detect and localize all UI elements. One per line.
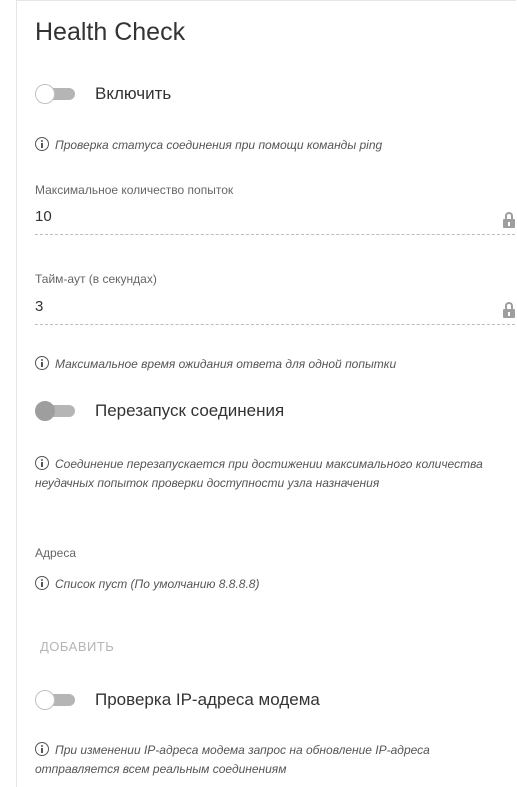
info-icon	[35, 137, 49, 151]
modem-check-toggle[interactable]	[35, 690, 77, 710]
toggle-knob	[35, 401, 55, 421]
hint-restart: Соединение перезапускается при достижени…	[35, 455, 485, 493]
panel-frame	[16, 0, 516, 787]
add-address-button[interactable]: ДОБАВИТЬ	[40, 639, 114, 654]
lock-icon	[503, 302, 515, 318]
restart-toggle[interactable]	[35, 401, 77, 421]
restart-label: Перезапуск соединения	[95, 401, 285, 420]
hint-addresses-text: Список пуст (По умолчанию 8.8.8.8)	[55, 577, 260, 591]
info-icon	[35, 576, 49, 590]
max-attempts-field[interactable]: 10	[35, 206, 515, 235]
hint-timeout-text: Максимальное время ожидания ответа для о…	[55, 357, 397, 371]
enable-toggle[interactable]	[35, 84, 77, 104]
timeout-label: Тайм-аут (в секундах)	[35, 272, 157, 286]
restart-toggle-row[interactable]: Перезапуск соединения	[35, 401, 284, 421]
max-attempts-label: Максимальное количество попыток	[35, 183, 234, 197]
section-title: Health Check	[35, 18, 186, 46]
info-icon	[35, 742, 49, 756]
enable-label: Включить	[95, 84, 172, 103]
hint-modem: При изменении IP-адреса модема запрос на…	[35, 741, 505, 779]
timeout-value: 3	[35, 298, 44, 315]
max-attempts-value: 10	[35, 208, 52, 225]
timeout-field[interactable]: 3	[35, 296, 515, 325]
enable-toggle-row[interactable]: Включить	[35, 84, 171, 104]
info-icon	[35, 356, 49, 370]
toggle-knob	[35, 690, 55, 710]
hint-modem-text: При изменении IP-адреса модема запрос на…	[35, 743, 430, 776]
hint-timeout: Максимальное время ожидания ответа для о…	[35, 355, 505, 374]
info-icon	[35, 456, 49, 470]
hint-ping-text: Проверка статуса соединения при помощи к…	[55, 138, 383, 152]
hint-addresses: Список пуст (По умолчанию 8.8.8.8)	[35, 575, 505, 594]
hint-restart-text: Соединение перезапускается при достижени…	[35, 457, 483, 490]
hint-ping: Проверка статуса соединения при помощи к…	[35, 136, 505, 155]
addresses-label: Адреса	[35, 546, 77, 560]
modem-check-toggle-row[interactable]: Проверка IP-адреса модема	[35, 690, 320, 710]
modem-check-label: Проверка IP-адреса модема	[95, 690, 320, 709]
toggle-knob	[35, 84, 55, 104]
lock-icon	[503, 212, 515, 228]
